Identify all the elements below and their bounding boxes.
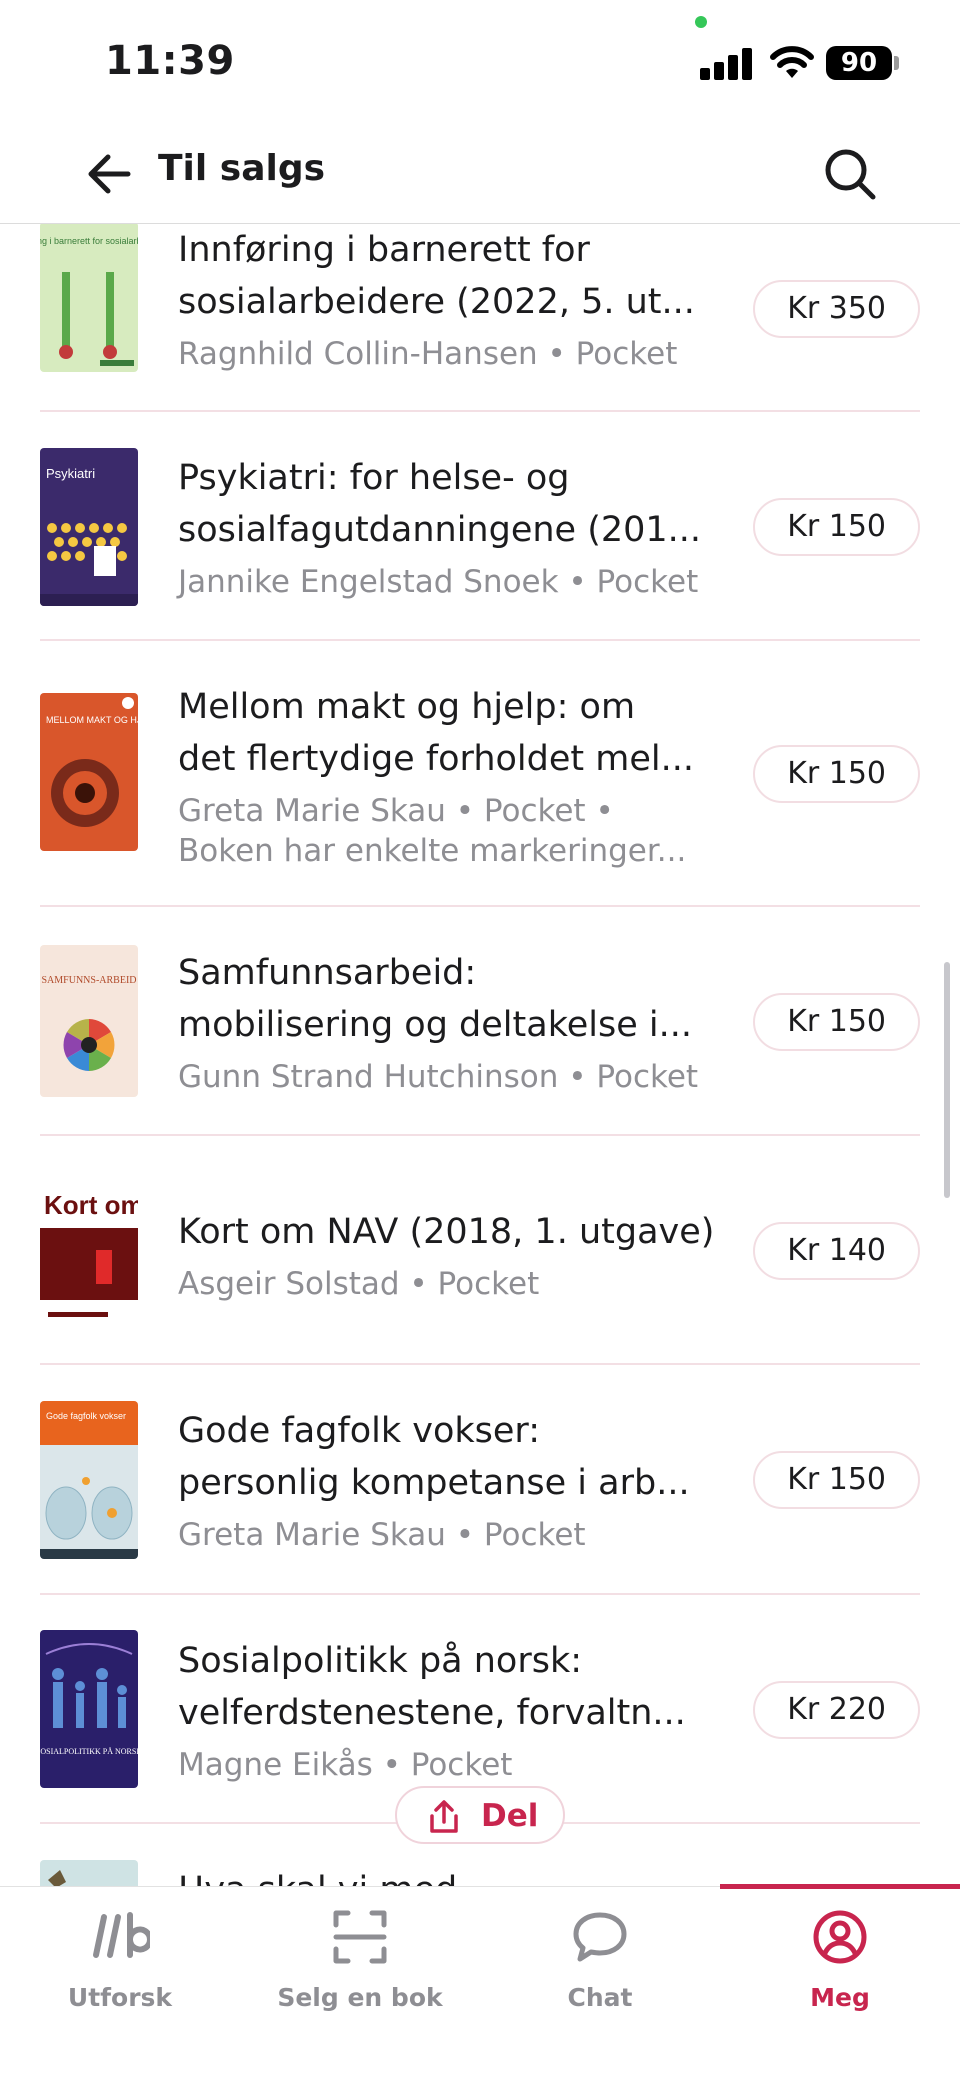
price-badge[interactable]: Kr 150 <box>753 993 920 1051</box>
tab-meg[interactable]: Meg <box>720 1887 960 2078</box>
chat-icon <box>573 1912 627 1962</box>
list-item[interactable]: Gode fagfolk vokser Gode fagfolk vokser:… <box>40 1365 920 1595</box>
book-title: Innføring i barnerett for sosialarbeidere… <box>178 230 695 322</box>
book-title: Gode fagfolk vokser: personlig kompetanse… <box>178 1411 690 1503</box>
cover-title: Psykiatri <box>46 466 95 481</box>
list-item[interactable]: Innføring i barnerett for sosialarbeider… <box>40 224 920 412</box>
scrollbar[interactable] <box>944 962 950 1198</box>
list-item[interactable]: Kort om NAV Kort om NAV (2018, 1. utgave… <box>40 1136 920 1365</box>
page-title: Til salgs <box>158 148 326 189</box>
book-title: Sosialpolitikk på norsk: velferdstenesten… <box>178 1641 686 1733</box>
share-label: Del <box>481 1798 539 1834</box>
cover-title: MELLOM MAKT OG HJELP <box>46 715 138 725</box>
status-bar: 11:39 90 <box>0 0 960 120</box>
price-badge[interactable]: Kr 150 <box>753 745 920 803</box>
list-item[interactable]: MELLOM MAKT OG HJELP Mellom makt og hjel… <box>40 641 920 907</box>
book-cover: Innføring i barnerett for sosialarbeider… <box>40 224 138 372</box>
cover-title: Innføring i barnerett for sosialarbeider… <box>40 236 138 246</box>
privacy-indicator-dot <box>695 16 707 28</box>
tab-label: Selg en bok <box>277 1983 443 2012</box>
price-badge[interactable]: Kr 150 <box>753 1451 920 1509</box>
cover-title: SOSIALPOLITIKK PÅ NORSK <box>40 1747 138 1756</box>
book-meta: Jannike Engelstad Snoek • Pocket <box>178 564 699 600</box>
price-badge[interactable]: Kr 150 <box>753 498 920 556</box>
price-badge[interactable]: Kr 220 <box>753 1681 920 1739</box>
book-meta: Asgeir Solstad • Pocket <box>178 1266 540 1302</box>
tab-label: Utforsk <box>67 1983 173 2012</box>
book-title: Samfunnsarbeid: mobilisering og deltakels… <box>178 953 692 1045</box>
price-badge[interactable]: Kr 350 <box>753 280 920 338</box>
book-cover: Kort om NAV <box>40 1172 138 1330</box>
tab-selg-en-bok[interactable]: Selg en bok <box>240 1887 480 2078</box>
book-meta: Magne Eikås • Pocket <box>178 1747 513 1783</box>
wifi-icon <box>770 46 814 78</box>
battery-cap <box>894 56 899 70</box>
book-cover: Gode fagfolk vokser <box>40 1401 138 1559</box>
book-meta: Gunn Strand Hutchinson • Pocket <box>178 1059 699 1095</box>
book-cover <box>40 1860 138 1886</box>
book-title: Hva skal vi med <box>178 1864 758 1886</box>
tab-label: Chat <box>567 1983 633 2012</box>
book-title: Psykiatri: for helse- og sosialfagutdanni… <box>178 458 702 550</box>
cellular-signal-icon <box>700 46 752 80</box>
book-listing: Innføring i barnerett for sosialarbeider… <box>0 224 960 1886</box>
book-title: Kort om NAV (2018, 1. utgave) <box>178 1212 715 1252</box>
book-cover: SOSIALPOLITIKK PÅ NORSK <box>40 1630 138 1788</box>
tab-utforsk[interactable]: Utforsk <box>0 1887 240 2078</box>
book-cover: SAMFUNNS-ARBEID <box>40 945 138 1097</box>
share-button[interactable]: Del <box>395 1786 565 1844</box>
book-meta: Ragnhild Collin-Hansen • Pocket <box>178 336 678 372</box>
search-icon[interactable] <box>818 142 882 206</box>
cover-title: Gode fagfolk vokser <box>46 1411 126 1421</box>
profile-icon <box>813 1910 867 1964</box>
bottom-tab-bar: Utforsk Selg en bok Chat Meg <box>0 1884 960 2078</box>
list-item[interactable]: Psykiatri Psykiatri: for helse- og sosial… <box>40 412 920 641</box>
share-icon <box>430 1800 458 1833</box>
book-title: Mellom makt og hjelp: om det flertydige f… <box>178 687 694 779</box>
book-cover: MELLOM MAKT OG HJELP <box>40 693 138 851</box>
book-cover: Psykiatri <box>40 448 138 606</box>
app-header: Til salgs <box>0 120 960 224</box>
battery-icon: 90 <box>826 46 892 80</box>
explore-icon <box>93 1912 150 1958</box>
tab-label: Meg <box>810 1983 870 2012</box>
status-time: 11:39 <box>105 38 235 84</box>
price-badge[interactable]: Kr 140 <box>753 1222 920 1280</box>
list-item[interactable]: SAMFUNNS-ARBEID Samfunnsarbeid: mobiliser… <box>40 907 920 1136</box>
cover-title: Kort om NAV <box>44 1190 138 1220</box>
book-meta: Greta Marie Skau • Pocket <box>178 1517 586 1553</box>
back-arrow-icon[interactable] <box>80 144 140 204</box>
book-meta: Greta Marie Skau • Pocket • Boken har enk… <box>178 793 687 869</box>
tab-chat[interactable]: Chat <box>480 1887 720 2078</box>
scan-icon <box>333 1910 387 1964</box>
cover-title: SAMFUNNS-ARBEID <box>41 975 136 986</box>
